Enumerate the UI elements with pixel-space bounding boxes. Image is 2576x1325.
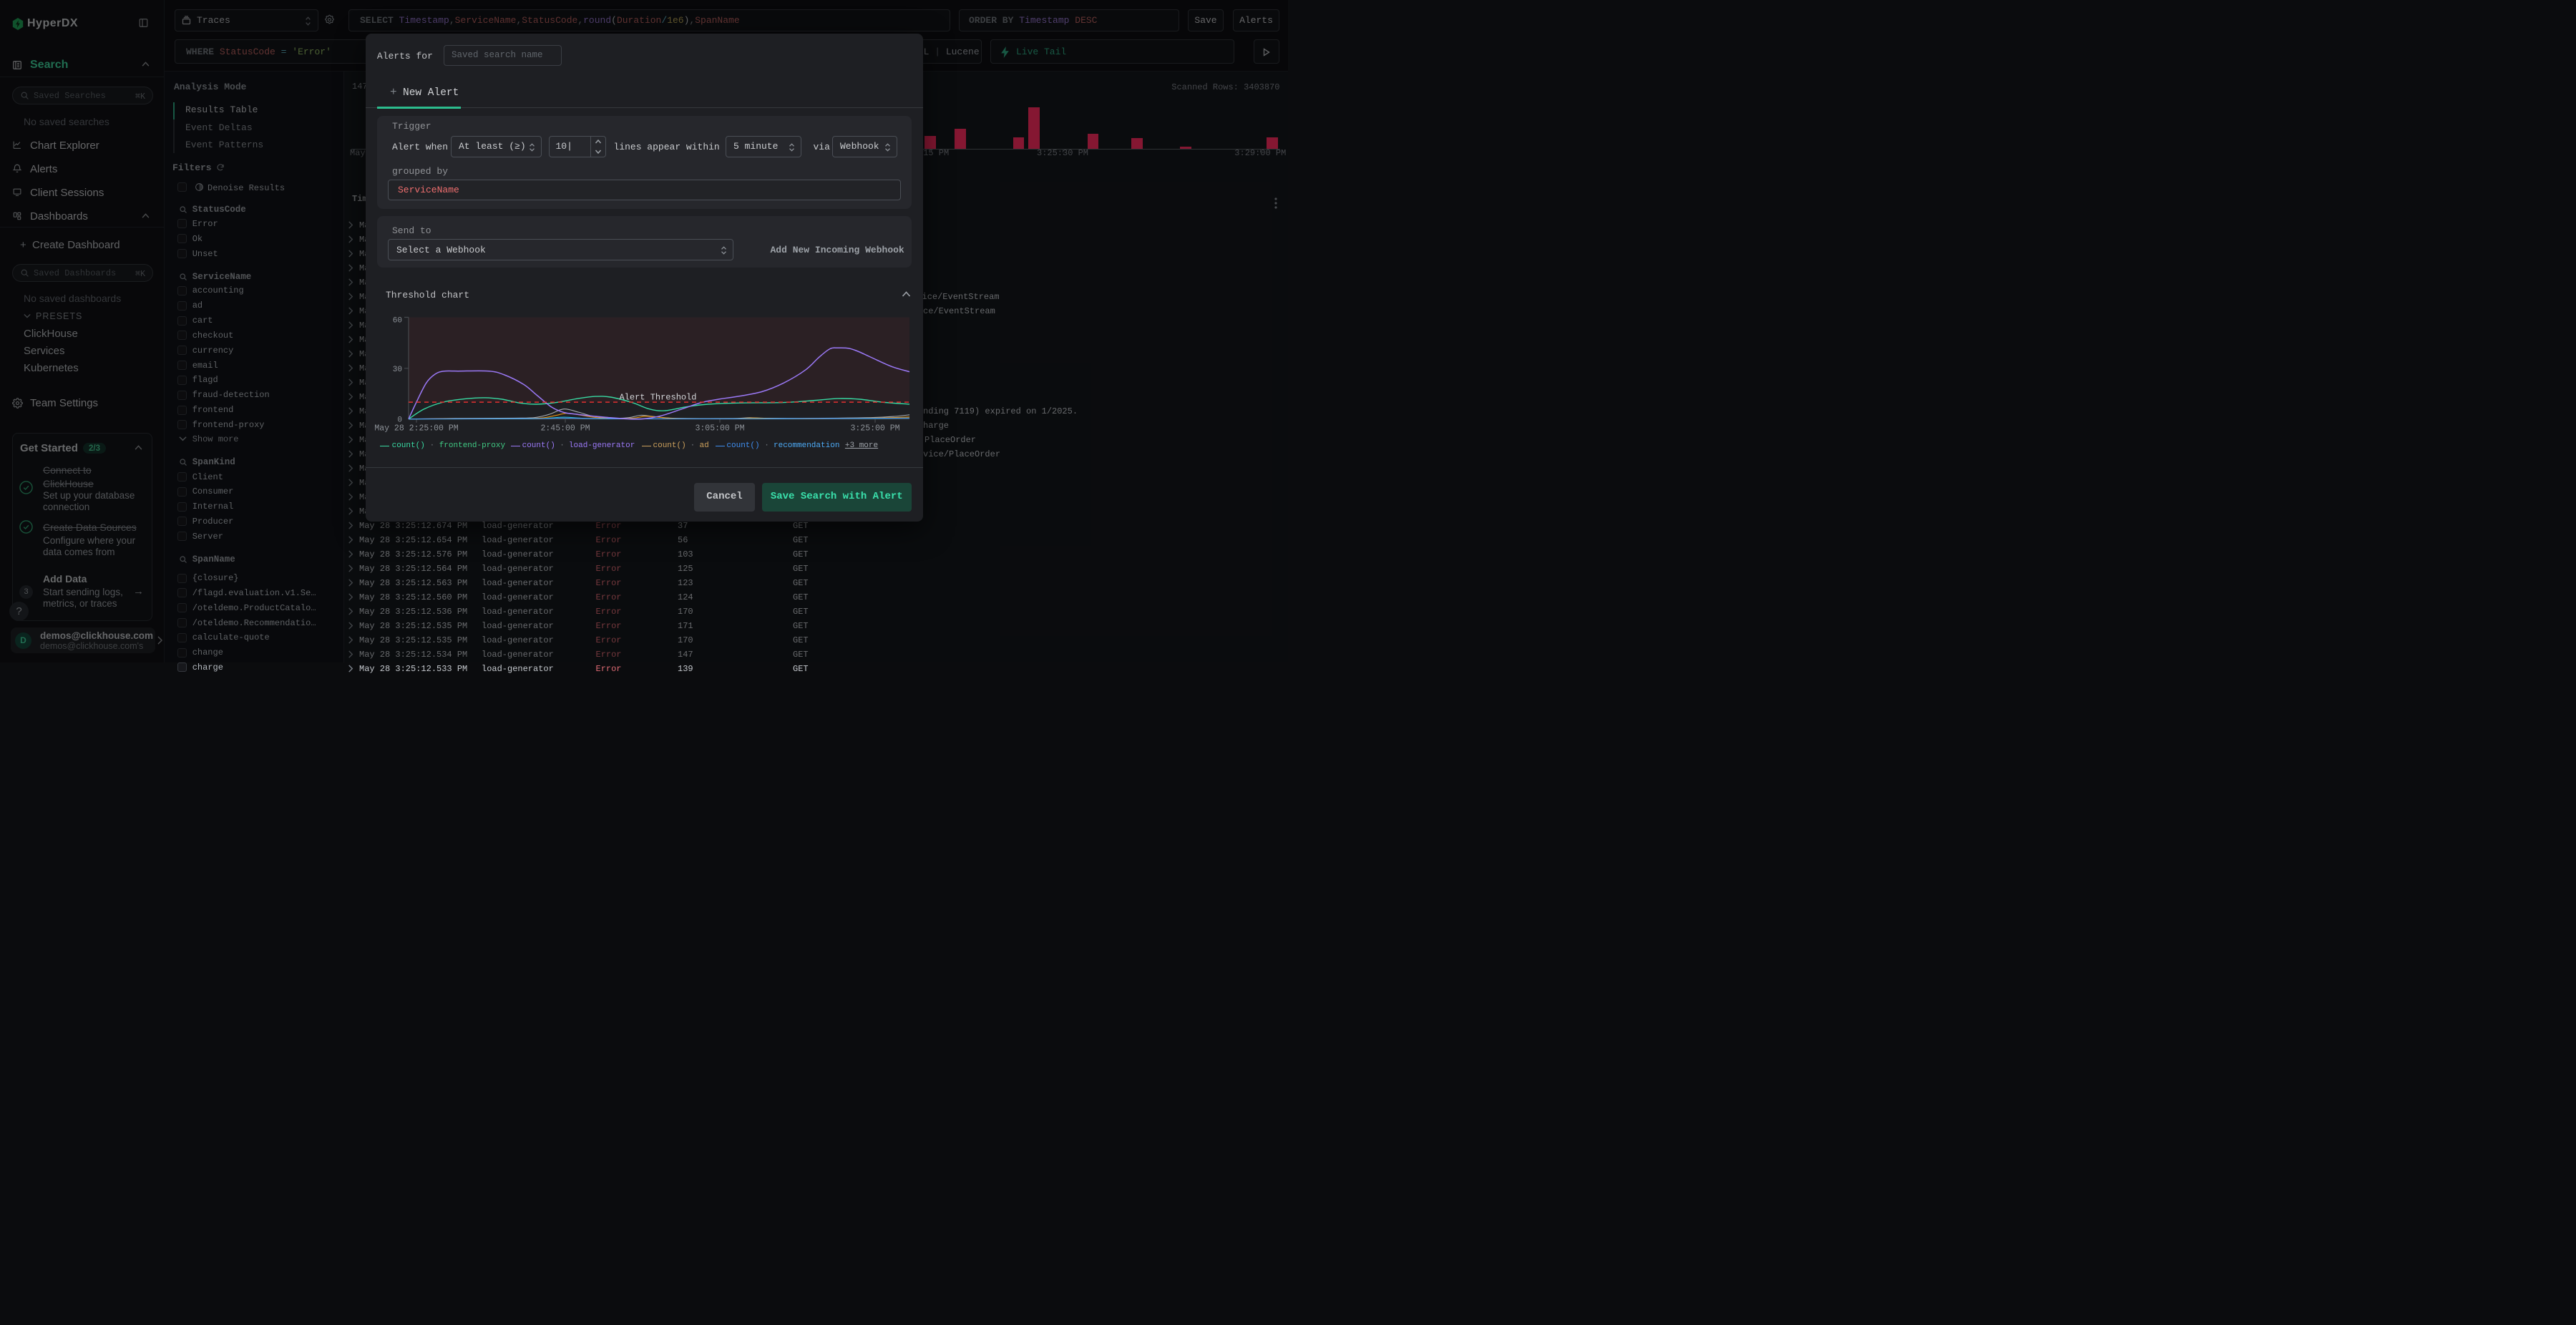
- svg-text:3:05:00 PM: 3:05:00 PM: [695, 424, 744, 434]
- svg-text:60: 60: [393, 317, 402, 326]
- svg-text:3:25:00 PM: 3:25:00 PM: [850, 424, 899, 434]
- svg-text:Alert Threshold: Alert Threshold: [619, 393, 696, 403]
- svg-text:May 28 2:25:00 PM: May 28 2:25:00 PM: [374, 424, 458, 434]
- svg-text:30: 30: [393, 366, 402, 374]
- svg-text:2:45:00 PM: 2:45:00 PM: [540, 424, 590, 434]
